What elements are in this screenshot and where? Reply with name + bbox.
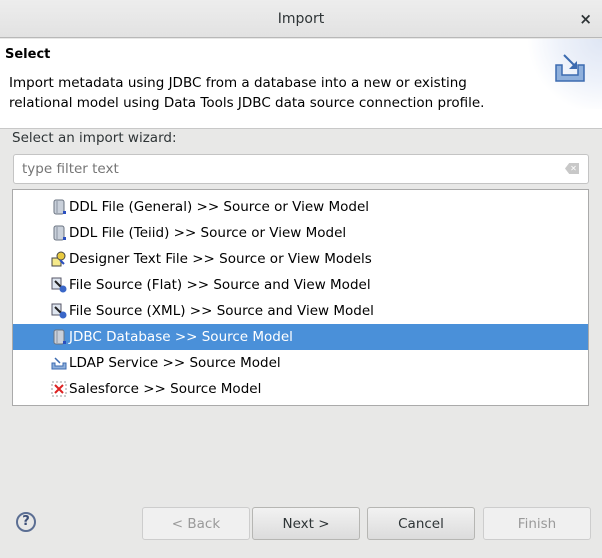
file-source-icon [51,277,67,293]
close-icon[interactable]: × [579,0,592,38]
finish-button[interactable]: Finish [483,507,591,540]
page-title: Select [5,47,51,62]
list-item-label: Designer Text File >> Source or View Mod… [69,251,372,267]
cancel-button[interactable]: Cancel [367,507,475,540]
text-file-icon [51,251,66,267]
list-item-label: File Source (XML) >> Source and View Mod… [69,303,374,319]
list-item[interactable]: Designer Text File >> Source or View Mod… [13,246,588,272]
wizard-header: Select Import metadata using JDBC from a… [0,39,602,129]
list-item-label: File Source (Flat) >> Source and View Mo… [69,277,371,293]
import-icon [51,357,67,370]
database-icon [53,225,66,241]
list-item[interactable]: DDL File (General) >> Source or View Mod… [13,194,588,220]
wizard-label: Select an import wizard: [12,130,177,146]
list-item-label: JDBC Database >> Source Model [69,329,293,345]
database-icon [53,329,66,345]
list-item[interactable]: File Source (Flat) >> Source and View Mo… [13,272,588,298]
wizard-list[interactable]: DDL File (General) >> Source or View Mod… [12,189,589,406]
list-item[interactable]: JDBC Database >> Source Model [13,324,588,350]
list-item[interactable]: LDAP Service >> Source Model [13,350,588,376]
database-icon [53,199,66,215]
list-item[interactable]: File Source (XML) >> Source and View Mod… [13,298,588,324]
window-title: Import [277,11,325,27]
file-source-icon [51,303,67,319]
list-item[interactable]: Salesforce >> Source Model [13,376,588,402]
list-item-label: Salesforce >> Source Model [69,381,262,397]
list-item-label: LDAP Service >> Source Model [69,355,281,371]
list-item[interactable]: DDL File (Teiid) >> Source or View Model [13,220,588,246]
list-item-label: DDL File (Teiid) >> Source or View Model [69,225,347,241]
import-banner-icon [522,39,602,109]
page-description: Import metadata using JDBC from a databa… [9,75,485,111]
next-button[interactable]: Next > [252,507,360,540]
help-icon[interactable]: ? [16,512,36,532]
back-button[interactable]: < Back [142,507,250,540]
title-bar: Import × [0,0,602,38]
salesforce-icon [51,381,67,397]
filter-input[interactable] [13,154,589,184]
list-item-label: DDL File (General) >> Source or View Mod… [69,199,370,215]
